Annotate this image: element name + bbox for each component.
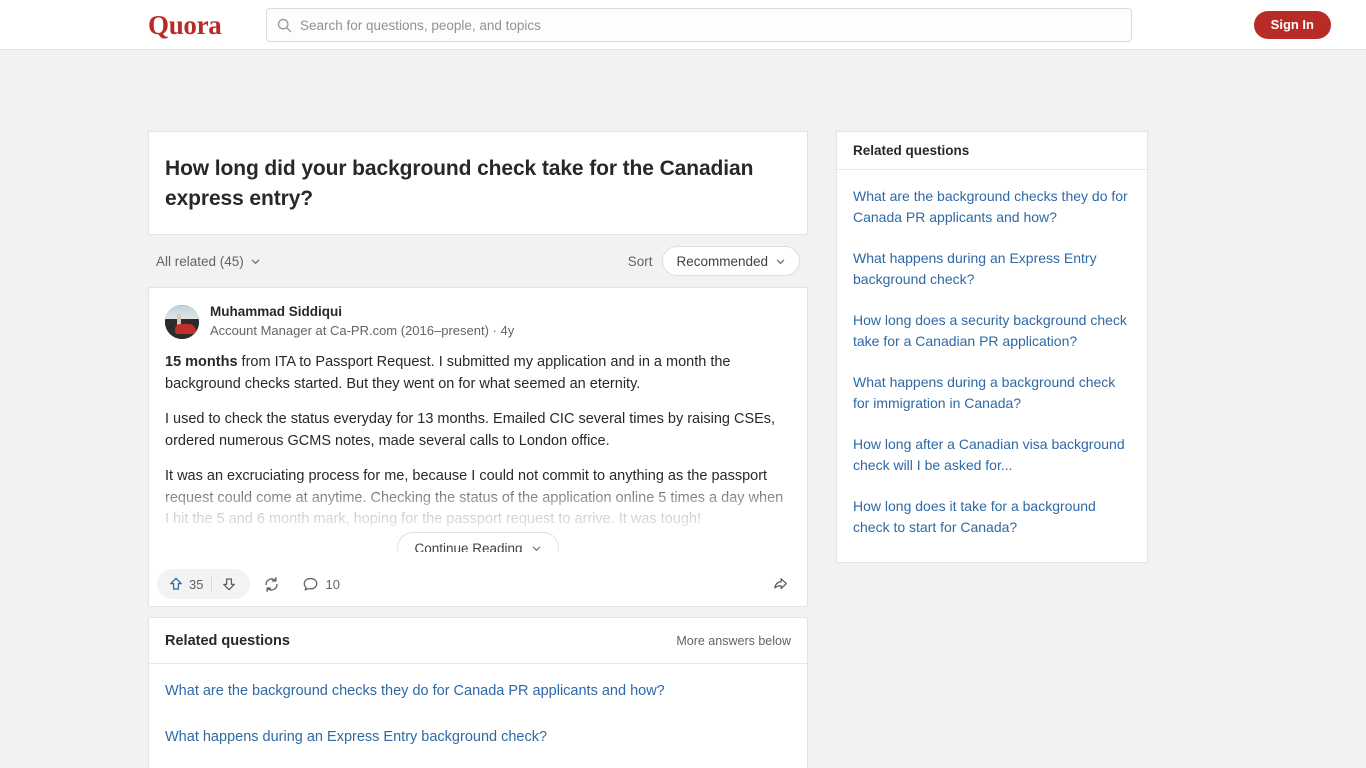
related-question-link[interactable]: What are the background checks they do f… <box>165 668 791 714</box>
sign-in-button[interactable]: Sign In <box>1253 11 1331 39</box>
answer-actions: 35 10 <box>157 569 349 599</box>
sidebar-related-question-link[interactable]: What are the background checks they do f… <box>853 176 1131 238</box>
chevron-down-icon <box>776 259 785 264</box>
answer-filter-bar: All related (45) Sort Recommended <box>148 235 808 287</box>
comment-count: 10 <box>325 576 340 592</box>
answer-highlight: 15 months <box>165 354 238 370</box>
avatar[interactable] <box>165 304 199 339</box>
downvote-arrow-icon <box>223 578 236 591</box>
avatar-sky <box>165 304 199 320</box>
related-question-link[interactable]: How long does a security background chec… <box>165 760 791 768</box>
author-meta: Muhammad Siddiqui Account Manager at Ca-… <box>210 304 514 339</box>
page-body: How long did your background check take … <box>0 50 1366 768</box>
sidebar-title: Related questions <box>853 143 970 158</box>
sidebar-related-question-link[interactable]: What happens during an Express Entry bac… <box>853 238 1131 300</box>
comment-button[interactable]: 10 <box>293 569 348 599</box>
continue-reading-label: Continue Reading <box>414 540 523 553</box>
related-questions-list: What are the background checks they do f… <box>149 664 807 768</box>
comment-bubble-icon <box>304 577 318 591</box>
sidebar-column: Related questions What are the backgroun… <box>836 131 1148 563</box>
answer-paragraph-3: It was an excruciating process for me, b… <box>165 468 784 527</box>
more-answers-below-label: More answers below <box>676 633 791 648</box>
vote-pill: 35 <box>157 569 251 599</box>
answer-paragraph-1: 15 months from ITA to Passport Request. … <box>165 352 791 395</box>
answer-card: Muhammad Siddiqui Account Manager at Ca-… <box>148 287 808 607</box>
sidebar-related-question-link[interactable]: What happens during a background check f… <box>853 362 1131 424</box>
answer-author[interactable]: Muhammad Siddiqui Account Manager at Ca-… <box>165 304 791 339</box>
related-questions-title: Related questions <box>165 632 290 649</box>
search-icon <box>277 18 292 32</box>
author-credential: Account Manager at Ca-PR.com (2016–prese… <box>210 323 515 338</box>
upvote-arrow-icon <box>170 577 182 590</box>
sidebar-related-questions-card: Related questions What are the backgroun… <box>836 131 1148 563</box>
repost-button[interactable] <box>254 569 289 599</box>
sidebar-related-question-link[interactable]: How long after a Canadian visa backgroun… <box>853 424 1131 486</box>
sort-controls: Sort Recommended <box>628 246 800 276</box>
question-card: How long did your background check take … <box>148 131 808 235</box>
share-arrow-icon <box>774 578 787 590</box>
sort-selected-value: Recommended <box>676 253 768 269</box>
page-title: How long did your background check take … <box>165 157 754 210</box>
sidebar-related-question-link[interactable]: How long does it take for a background c… <box>853 486 1131 548</box>
quora-logo[interactable]: Quora <box>148 10 222 40</box>
related-question-link[interactable]: What happens during an Express Entry bac… <box>165 714 791 760</box>
answer-action-bar: 35 10 <box>149 562 807 606</box>
downvote-button[interactable] <box>212 571 246 597</box>
answer-content: Muhammad Siddiqui Account Manager at Ca-… <box>149 288 807 552</box>
continue-reading-button[interactable]: Continue Reading <box>397 532 559 553</box>
top-navigation-bar: Quora Sign In <box>0 0 1366 50</box>
search-input[interactable] <box>300 9 1121 41</box>
answer-paragraph-2: I used to check the status everyday for … <box>165 411 776 449</box>
sidebar-list: What are the background checks they do f… <box>837 170 1147 562</box>
sidebar-related-question-link[interactable]: How long does a security background chec… <box>853 300 1131 362</box>
repost-icon <box>265 576 279 592</box>
upvote-button[interactable]: 35 <box>161 571 211 597</box>
upvote-count: 35 <box>189 576 204 592</box>
related-questions-header: Related questions More answers below <box>149 618 807 664</box>
main-content-column: How long did your background check take … <box>148 131 808 768</box>
chevron-down-icon <box>251 259 260 264</box>
related-questions-card: Related questions More answers below Wha… <box>148 617 808 768</box>
search-bar[interactable] <box>266 8 1132 42</box>
chevron-down-icon <box>532 546 540 551</box>
all-related-label: All related (45) <box>156 253 244 269</box>
avatar-car <box>174 323 196 334</box>
sidebar-header: Related questions <box>837 132 1147 170</box>
share-button[interactable] <box>769 575 791 593</box>
continue-reading-wrap: Continue Reading <box>165 532 791 552</box>
all-related-filter[interactable]: All related (45) <box>156 254 261 269</box>
sort-label: Sort <box>627 253 653 269</box>
answer-body: 15 months from ITA to Passport Request. … <box>165 352 791 552</box>
sort-dropdown[interactable]: Recommended <box>662 246 800 276</box>
author-name[interactable]: Muhammad Siddiqui <box>210 304 514 320</box>
answer-paragraph-1-rest: from ITA to Passport Request. I submitte… <box>165 354 731 392</box>
